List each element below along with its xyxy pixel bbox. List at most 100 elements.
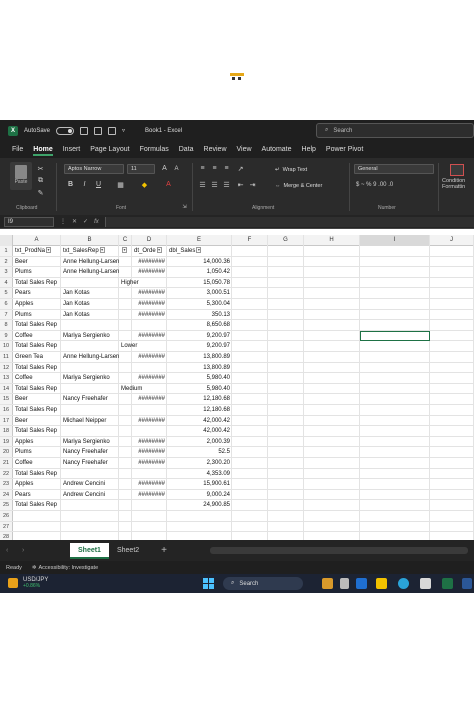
copy-icon[interactable]: ⧉ <box>36 176 45 185</box>
cell-a[interactable]: Apples <box>13 299 33 309</box>
tab-page-layout[interactable]: Page Layout <box>90 146 129 153</box>
cell-a[interactable]: Beer <box>13 394 28 404</box>
row-header[interactable]: 4 <box>0 277 13 288</box>
font-dialog-launcher-icon[interactable]: ⇲ <box>180 202 189 211</box>
column-header-e[interactable]: E <box>167 235 232 246</box>
column-header-g[interactable]: G <box>268 235 304 246</box>
row-header[interactable]: 13 <box>0 373 13 383</box>
cell-e[interactable]: 52.5 <box>167 447 232 457</box>
cell-a[interactable]: Total Sales Rep <box>13 500 57 510</box>
cell-e[interactable]: 14,000.36 <box>167 257 232 267</box>
wrap-text-button[interactable]: ↵ Wrap Text <box>272 164 332 175</box>
taskbar-app-icon[interactable] <box>322 578 333 589</box>
cell-d[interactable]: ######## <box>132 416 167 426</box>
cell-d[interactable]: ######## <box>132 490 167 500</box>
row-header[interactable]: 8 <box>0 320 13 330</box>
cell-d[interactable]: ######## <box>132 458 167 468</box>
row-header[interactable]: 7 <box>0 309 13 320</box>
cell-b[interactable]: Mariya Sergienko <box>61 373 110 383</box>
fill-color-icon[interactable]: ◆ <box>140 180 149 189</box>
row-header[interactable]: 24 <box>0 489 13 500</box>
cell-b[interactable]: Nancy Freehafer <box>61 394 108 404</box>
autosave-toggle[interactable] <box>56 126 75 135</box>
name-box[interactable]: I9 <box>4 216 54 227</box>
cell-a[interactable]: Green Tea <box>13 352 43 362</box>
add-sheet-button[interactable]: + <box>161 545 167 556</box>
header-cell-c[interactable]: ▾ <box>119 246 132 256</box>
cell-a[interactable]: Coffee <box>13 458 33 468</box>
row-header[interactable]: 19 <box>0 436 13 447</box>
cell-a[interactable]: Total Sales Rep <box>13 469 57 479</box>
cut-icon[interactable]: ✂ <box>36 164 45 173</box>
row-header[interactable]: 3 <box>0 267 13 277</box>
row-header[interactable]: 23 <box>0 479 13 489</box>
spreadsheet-grid[interactable]: ABCDEFGHIJ 1 txt_ProdNa ▾ txt_SalesRep ▾ ▾ dt_… <box>0 235 474 540</box>
bold-icon[interactable]: B <box>66 180 75 189</box>
cell-b[interactable]: Nancy Freehafer <box>61 458 108 468</box>
row-header[interactable]: 21 <box>0 458 13 468</box>
cell-e[interactable]: 5,980.40 <box>167 384 232 394</box>
cell-e[interactable]: 42,000.42 <box>167 426 232 436</box>
cell-b[interactable]: Andrew Cencini <box>61 479 105 489</box>
row-header[interactable]: 26 <box>0 511 13 521</box>
row-header[interactable]: 20 <box>0 447 13 457</box>
row-header[interactable]: 27 <box>0 521 13 532</box>
cell-b[interactable]: Mariya Sergienko <box>61 437 110 447</box>
cell-b[interactable]: Andrew Cencini <box>61 490 105 500</box>
excel-taskbar-icon[interactable] <box>442 578 453 589</box>
conditional-formatting-button[interactable]: Condition Formattin <box>442 162 472 202</box>
column-header-h[interactable]: H <box>304 235 360 246</box>
taskbar-app-icon[interactable] <box>340 578 349 589</box>
align-bottom-icon[interactable]: ≡ <box>222 164 231 173</box>
cell-a[interactable]: Beer <box>13 416 28 426</box>
cell-d[interactable]: ######## <box>132 447 167 457</box>
select-all-corner[interactable] <box>0 235 13 246</box>
tab-file[interactable]: File <box>12 146 23 153</box>
italic-icon[interactable]: I <box>80 180 89 189</box>
header-cell-a[interactable]: txt_ProdNa ▾ <box>13 246 61 256</box>
cell-c[interactable]: Medium <box>119 384 142 394</box>
tab-power-pivot[interactable]: Power Pivot <box>326 146 363 153</box>
cell-b[interactable]: Anne Hellung-Larsen <box>61 257 119 267</box>
row-header[interactable]: 11 <box>0 352 13 362</box>
cell-e[interactable]: 12,180.68 <box>167 405 232 415</box>
cell-e[interactable]: 5,300.04 <box>167 299 232 309</box>
align-right-icon[interactable]: ☰ <box>222 180 231 189</box>
number-format-buttons[interactable]: $ ~ % 9 .00 .0 <box>356 182 393 188</box>
redo-icon[interactable] <box>108 126 117 135</box>
borders-icon[interactable]: ▦ <box>116 180 125 189</box>
decrease-font-icon[interactable]: A <box>172 164 181 173</box>
taskbar-app-icon[interactable] <box>462 578 472 589</box>
taskbar-app-icon[interactable] <box>356 578 367 589</box>
tab-data[interactable]: Data <box>179 146 194 153</box>
cell-b[interactable]: Anne Hellung-Larsen <box>61 352 119 362</box>
horizontal-scrollbar[interactable] <box>210 547 468 554</box>
cell-a[interactable]: Total Sales Rep <box>13 363 57 373</box>
font-color-icon[interactable]: A <box>164 180 173 189</box>
number-format-select[interactable]: General <box>354 164 434 174</box>
decrease-indent-icon[interactable]: ⇤ <box>236 180 245 189</box>
cell-a[interactable]: Total Sales Rep <box>13 405 57 415</box>
cell-b[interactable]: Anne Hellung-Larsen <box>61 267 119 277</box>
row-header[interactable]: 14 <box>0 383 13 394</box>
cell-e[interactable]: 9,200.97 <box>167 331 232 341</box>
filter-dropdown-icon[interactable]: ▾ <box>196 247 202 254</box>
cell-b[interactable]: Jan Kotas <box>61 288 90 298</box>
cell-e[interactable]: 15,050.78 <box>167 278 232 288</box>
cell-a[interactable]: Total Sales Rep <box>13 426 57 436</box>
file-explorer-icon[interactable] <box>376 578 387 589</box>
tab-insert[interactable]: Insert <box>63 146 81 153</box>
cell-e[interactable]: 15,900.61 <box>167 479 232 489</box>
cell-b[interactable]: Michael Neipper <box>61 416 106 426</box>
column-header-j[interactable]: J <box>430 235 474 246</box>
column-header-b[interactable]: B <box>61 235 119 246</box>
column-header-i[interactable]: I <box>360 235 430 246</box>
cell-d[interactable]: ######## <box>132 479 167 489</box>
cell-e[interactable]: 13,800.89 <box>167 363 232 373</box>
font-name-select[interactable]: Aptos Narrow <box>64 164 124 174</box>
cell-d[interactable]: ######## <box>132 437 167 447</box>
next-sheet-icon[interactable]: › <box>22 547 32 554</box>
row-header[interactable]: 22 <box>0 468 13 479</box>
orientation-icon[interactable]: ↗ <box>236 164 245 173</box>
cell-a[interactable]: Plums <box>13 447 32 457</box>
